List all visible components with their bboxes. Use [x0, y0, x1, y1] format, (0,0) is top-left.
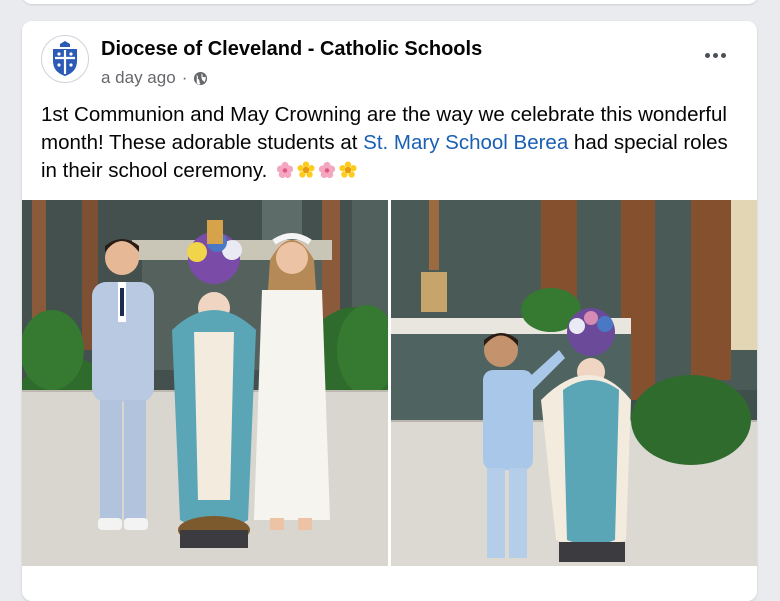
cherry-blossom-icon: [318, 161, 336, 179]
post-header: Diocese of Cleveland - Catholic Schools …: [22, 21, 757, 101]
diocese-crest-icon: [53, 41, 77, 76]
post-card: Diocese of Cleveland - Catholic Schools …: [22, 21, 757, 601]
post-text: 1st Communion and May Crowning are the w…: [41, 101, 741, 185]
globe-icon[interactable]: [193, 71, 208, 86]
meta-separator: ·: [181, 68, 188, 87]
photo-grid: [22, 200, 757, 566]
previous-post-card: [22, 0, 758, 4]
photo-may-crowning[interactable]: [391, 200, 757, 566]
post-footer: [22, 566, 757, 601]
cherry-blossom-icon: [276, 161, 294, 179]
sunflower-icon: [297, 161, 315, 178]
page-avatar[interactable]: [41, 35, 89, 83]
post-timestamp[interactable]: a day ago: [101, 68, 176, 88]
school-link[interactable]: St. Mary School Berea: [363, 131, 568, 154]
author-name[interactable]: Diocese of Cleveland - Catholic Schools: [101, 38, 482, 61]
more-options-icon[interactable]: [703, 45, 727, 65]
post-meta: a day ago ·: [101, 68, 208, 88]
photo-communion-students[interactable]: [22, 200, 388, 566]
sunflower-icon: [339, 161, 357, 178]
